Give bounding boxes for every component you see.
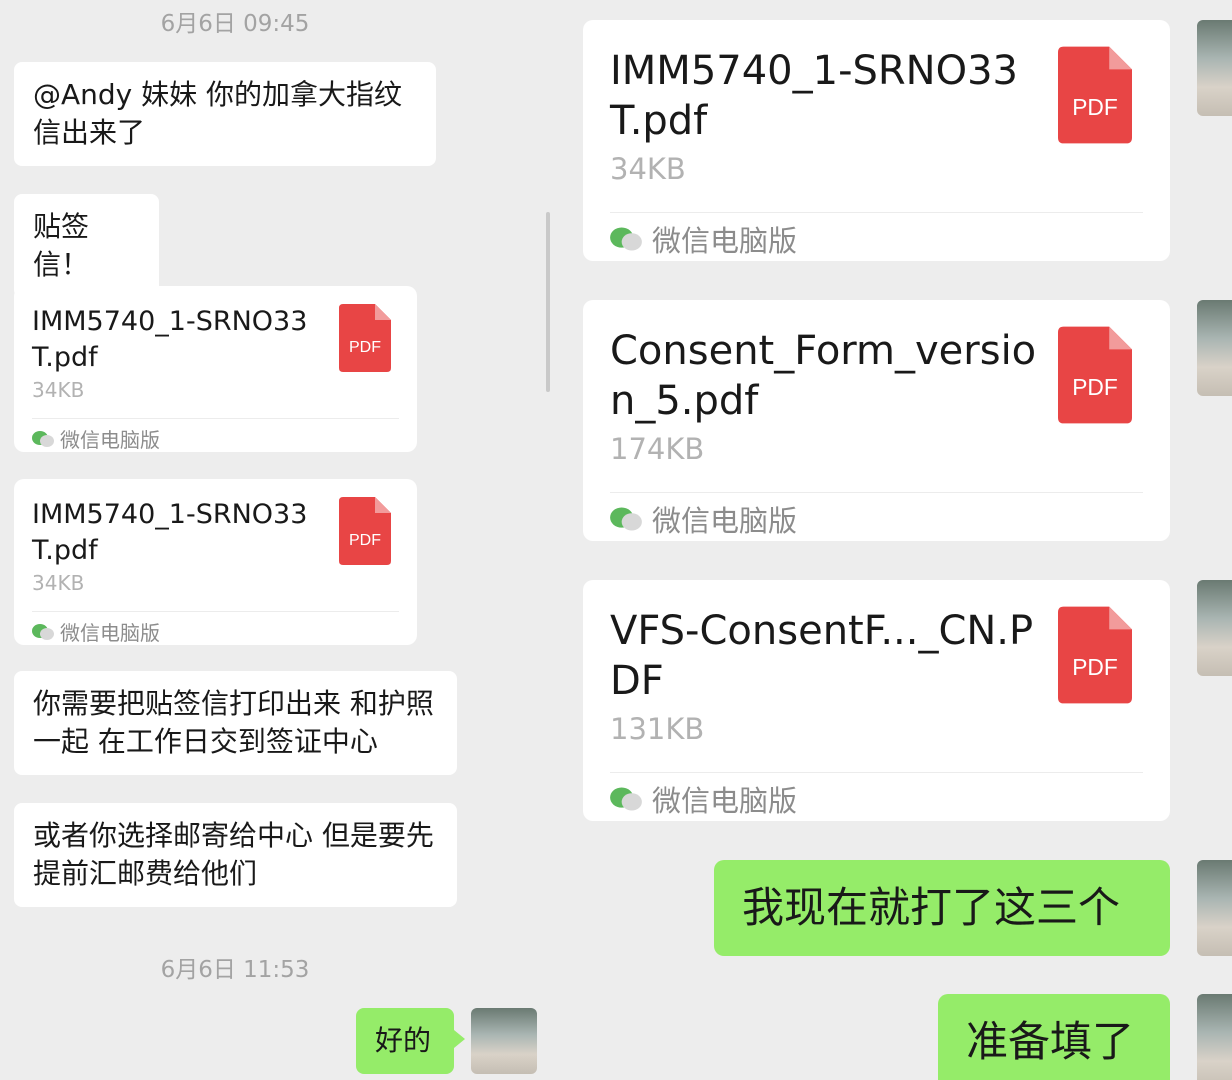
svg-text:PDF: PDF	[1072, 94, 1118, 120]
svg-text:PDF: PDF	[1072, 374, 1118, 400]
svg-text:PDF: PDF	[1072, 654, 1118, 680]
file-size: 34KB	[32, 571, 85, 595]
file-name: IMM5740_1-SRNO33T.pdf	[32, 499, 308, 566]
pdf-file-icon: PDF	[339, 497, 391, 565]
message-bubble[interactable]: 贴签信！	[14, 194, 159, 298]
divider	[610, 212, 1143, 213]
pdf-file-icon: PDF	[1058, 606, 1132, 704]
file-name: IMM5740_1-SRNO33T.pdf	[610, 48, 1018, 144]
wechat-icon	[610, 227, 642, 251]
source-label: 微信电脑版	[610, 778, 797, 820]
file-card[interactable]: VFS-ConsentF..._CN.PDF 131KB PDF 微信电脑版	[583, 580, 1170, 821]
file-name: IMM5740_1-SRNO33T.pdf	[32, 306, 308, 373]
chat-panel-right: IMM5740_1-SRNO33T.pdf 34KB PDF 微信电脑版 Con…	[560, 0, 1232, 1080]
pdf-file-icon: PDF	[339, 304, 391, 372]
avatar[interactable]	[1197, 300, 1232, 396]
file-card[interactable]: IMM5740_1-SRNO33T.pdf 34KB PDF 微信电脑版	[583, 20, 1170, 261]
avatar[interactable]	[1197, 994, 1232, 1080]
source-label: 微信电脑版	[32, 424, 160, 452]
scrollbar[interactable]	[546, 212, 550, 392]
file-card[interactable]: IMM5740_1-SRNO33T.pdf 34KB PDF 微信电脑版	[14, 479, 417, 645]
bubble-tail	[454, 1030, 465, 1048]
wechat-icon	[610, 787, 642, 811]
wechat-icon	[32, 623, 54, 640]
file-size: 131KB	[610, 712, 705, 746]
avatar[interactable]	[1197, 580, 1232, 676]
timestamp: 6月6日 09:45	[160, 11, 310, 37]
source-text: 微信电脑版	[652, 504, 798, 538]
message-text: 准备填了	[966, 1017, 1135, 1066]
wechat-icon	[610, 507, 642, 531]
source-text: 微信电脑版	[60, 428, 160, 452]
own-message-bubble[interactable]: 我现在就打了这三个	[714, 860, 1170, 956]
source-label: 微信电脑版	[610, 218, 797, 260]
file-name: Consent_Form_version_5.pdf	[610, 328, 1037, 424]
source-text: 微信电脑版	[652, 224, 798, 258]
message-bubble[interactable]: 你需要把贴签信打印出来 和护照一起 在工作日交到签证中心	[14, 671, 457, 775]
file-card[interactable]: IMM5740_1-SRNO33T.pdf 34KB PDF 微信电脑版	[14, 286, 417, 452]
file-card[interactable]: Consent_Form_version_5.pdf 174KB PDF 微信电…	[583, 300, 1170, 541]
divider	[32, 611, 399, 612]
message-text: 你需要把贴签信打印出来 和护照一起 在工作日交到签证中心	[33, 687, 434, 758]
source-text: 微信电脑版	[652, 784, 798, 818]
svg-text:PDF: PDF	[349, 339, 381, 356]
source-label: 微信电脑版	[32, 617, 160, 645]
source-label: 微信电脑版	[610, 498, 797, 540]
message-text: 我现在就打了这三个	[742, 883, 1121, 932]
own-message-bubble[interactable]: 好的	[356, 1008, 454, 1074]
source-text: 微信电脑版	[60, 621, 160, 645]
message-bubble[interactable]: 或者你选择邮寄给中心 但是要先提前汇邮费给他们	[14, 803, 457, 907]
wechat-icon	[32, 430, 54, 447]
timestamp: 6月6日 11:53	[160, 957, 310, 983]
message-text: 贴签信！	[33, 210, 90, 281]
file-size: 34KB	[32, 378, 85, 402]
svg-text:PDF: PDF	[349, 532, 381, 549]
divider	[610, 772, 1143, 773]
avatar[interactable]	[1197, 20, 1232, 116]
message-text: 好的	[375, 1024, 432, 1057]
message-bubble[interactable]: @Andy 妹妹 你的加拿大指纹信出来了	[14, 62, 436, 166]
file-name: VFS-ConsentF..._CN.PDF	[610, 608, 1034, 704]
divider	[32, 418, 399, 419]
avatar[interactable]	[471, 1008, 537, 1074]
chat-panel-left: 6月6日 09:45 @Andy 妹妹 你的加拿大指纹信出来了 贴签信！ IMM…	[0, 0, 560, 1080]
message-text: 或者你选择邮寄给中心 但是要先提前汇邮费给他们	[33, 819, 434, 890]
file-size: 174KB	[610, 432, 705, 466]
own-message-bubble[interactable]: 准备填了	[938, 994, 1170, 1080]
pdf-file-icon: PDF	[1058, 46, 1132, 144]
message-text: @Andy 妹妹 你的加拿大指纹信出来了	[33, 78, 403, 149]
pdf-file-icon: PDF	[1058, 326, 1132, 424]
file-size: 34KB	[610, 152, 686, 186]
divider	[610, 492, 1143, 493]
avatar[interactable]	[1197, 860, 1232, 956]
